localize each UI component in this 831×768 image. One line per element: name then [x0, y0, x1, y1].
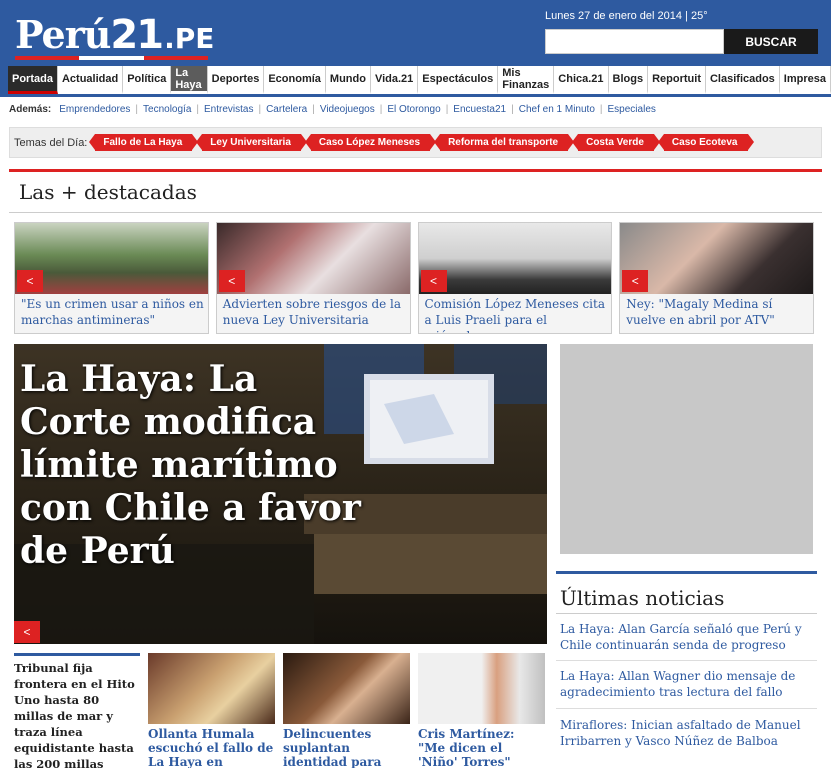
- news-caption[interactable]: Delincuentes suplantan identidad para es…: [283, 727, 410, 768]
- nav-item-economia[interactable]: Economía: [264, 66, 326, 94]
- nav-item-mundo[interactable]: Mundo: [325, 66, 371, 94]
- separator: |: [445, 104, 449, 115]
- tema-tag[interactable]: Reforma del transporte: [434, 134, 575, 151]
- ademas-link[interactable]: Cartelera: [266, 104, 307, 115]
- news-card[interactable]: Cris Martínez: "Me dicen el 'Niño' Torre…: [418, 653, 545, 768]
- news-photo[interactable]: [283, 653, 410, 724]
- separator: [556, 708, 817, 709]
- share-icon[interactable]: <: [218, 270, 245, 292]
- nav-item-clasificados[interactable]: Clasificados: [705, 66, 780, 94]
- tema-tag[interactable]: Caso López Meneses: [304, 134, 437, 151]
- nav-item-blogs[interactable]: Blogs: [608, 66, 649, 94]
- separator: |: [599, 104, 603, 115]
- logo-part3: .PE: [164, 22, 215, 55]
- nav-item-reportuit[interactable]: Reportuit: [648, 66, 706, 94]
- featured-photo[interactable]: [216, 223, 410, 294]
- news-card[interactable]: Delincuentes suplantan identidad para es…: [283, 653, 410, 768]
- ademas-link[interactable]: El Otorongo: [387, 104, 440, 115]
- nav-item-portada[interactable]: Portada: [8, 66, 58, 94]
- search-input[interactable]: [545, 29, 724, 54]
- ademas-link[interactable]: Chef en 1 Minuto: [519, 104, 595, 115]
- featured-caption[interactable]: Comisión López Meneses cita a Luis Prael…: [425, 296, 608, 333]
- latest-news-item[interactable]: La Haya: Allan Wagner dio mensaje de agr…: [560, 668, 817, 700]
- separator: [556, 660, 817, 661]
- tema-tag[interactable]: Ley Universitaria: [196, 134, 307, 151]
- site-logo[interactable]: Perú 21 .PE: [15, 12, 214, 62]
- tema-tag[interactable]: Fallo de La Haya: [89, 134, 199, 151]
- separator: |: [135, 104, 139, 115]
- ademas-link[interactable]: Entrevistas: [204, 104, 253, 115]
- ademas-link[interactable]: Videojuegos: [320, 104, 375, 115]
- ademas-link[interactable]: Encuesta21: [453, 104, 506, 115]
- featured-card[interactable]: < Comisión López Meneses cita a Luis Pra…: [417, 222, 613, 334]
- section-divider: [556, 571, 817, 574]
- section-divider: [9, 212, 822, 213]
- logo-part2: 21: [110, 12, 164, 58]
- advertisement-slot: [560, 344, 813, 554]
- share-icon[interactable]: <: [420, 270, 447, 292]
- nav-item-espectaculos[interactable]: Espectáculos: [418, 66, 499, 94]
- featured-card[interactable]: < "Es un crimen usar a niños en marchas …: [14, 222, 209, 334]
- featured-photo[interactable]: [418, 223, 612, 294]
- featured-caption[interactable]: Ney: "Magaly Medina sí vuelve en abril p…: [626, 296, 809, 328]
- nav-item-deportes[interactable]: Deportes: [207, 66, 265, 94]
- search-button[interactable]: BUSCAR: [724, 29, 818, 54]
- featured-card[interactable]: < Advierten sobre riesgos de la nueva Le…: [215, 222, 411, 334]
- separator: |: [258, 104, 262, 115]
- separator: |: [312, 104, 315, 115]
- nav-item-la-haya[interactable]: La Haya: [171, 66, 208, 94]
- temas-del-dia-bar: Temas del Día: Fallo de La Haya Ley Univ…: [9, 127, 822, 158]
- share-icon[interactable]: <: [14, 621, 40, 643]
- latest-news-item[interactable]: Miraflores: Inician asfaltado de Manuel …: [560, 717, 817, 749]
- tema-tag[interactable]: Caso Ecoteva: [657, 134, 754, 151]
- ademas-link[interactable]: Tecnología: [143, 104, 191, 115]
- ademas-bar: Además: Emprendedores | Tecnología | Entre…: [9, 104, 656, 115]
- ademas-label: Además:: [9, 104, 52, 115]
- news-card[interactable]: Ollanta Humala escuchó el fallo de La Ha…: [148, 653, 275, 768]
- featured-caption[interactable]: Advierten sobre riesgos de la nueva Ley …: [223, 296, 406, 328]
- logo-part1: Perú: [15, 12, 111, 57]
- main-nav: Portada Actualidad Política La Haya Depo…: [8, 66, 831, 94]
- share-icon[interactable]: <: [17, 270, 43, 292]
- featured-photo[interactable]: [15, 223, 208, 294]
- nav-item-politica[interactable]: Política: [123, 66, 172, 94]
- hero-summary: Tribunal fija frontera en el Hito Uno ha…: [14, 653, 140, 768]
- separator: |: [196, 104, 199, 115]
- logo-stripe: [15, 56, 208, 60]
- news-caption[interactable]: Ollanta Humala escuchó el fallo de La Ha…: [148, 727, 275, 768]
- separator: |: [379, 104, 383, 115]
- destacadas-title: Las + destacadas: [19, 180, 197, 204]
- temas-label: Temas del Día:: [14, 136, 88, 149]
- hero-story[interactable]: La Haya: La Corte modifica límite maríti…: [14, 344, 547, 644]
- ademas-link[interactable]: Especiales: [608, 104, 656, 115]
- hero-headline[interactable]: La Haya: La Corte modifica límite maríti…: [20, 358, 380, 573]
- nav-item-mis-finanzas[interactable]: Mis Finanzas: [498, 66, 555, 94]
- news-caption[interactable]: Cris Martínez: "Me dicen el 'Niño' Torre…: [418, 727, 545, 768]
- section-divider: [9, 169, 822, 172]
- latest-news-item[interactable]: La Haya: Alan García señaló que Perú y C…: [560, 621, 817, 653]
- separator: |: [511, 104, 514, 115]
- news-photo[interactable]: [148, 653, 275, 724]
- nav-item-vida21[interactable]: Vida.21: [370, 66, 419, 94]
- nav-item-chica21[interactable]: Chica.21: [554, 66, 609, 94]
- nav-item-impresa[interactable]: Impresa: [779, 66, 831, 94]
- nav-item-actualidad[interactable]: Actualidad: [57, 66, 124, 94]
- news-photo[interactable]: [418, 653, 545, 724]
- tema-tag[interactable]: Costa Verde: [572, 134, 660, 151]
- featured-caption[interactable]: "Es un crimen usar a niños en marchas an…: [21, 296, 204, 328]
- ademas-link[interactable]: Emprendedores: [59, 104, 130, 115]
- featured-card[interactable]: < Ney: "Magaly Medina sí vuelve en abril…: [619, 222, 814, 334]
- destacadas-cards: < "Es un crimen usar a niños en marchas …: [14, 222, 814, 334]
- current-date: Lunes 27 de enero del 2014 | 25°: [545, 10, 708, 22]
- featured-photo[interactable]: [620, 223, 813, 294]
- section-divider: [556, 613, 817, 614]
- share-icon[interactable]: <: [622, 270, 649, 292]
- ultimas-title: Últimas noticias: [560, 586, 725, 610]
